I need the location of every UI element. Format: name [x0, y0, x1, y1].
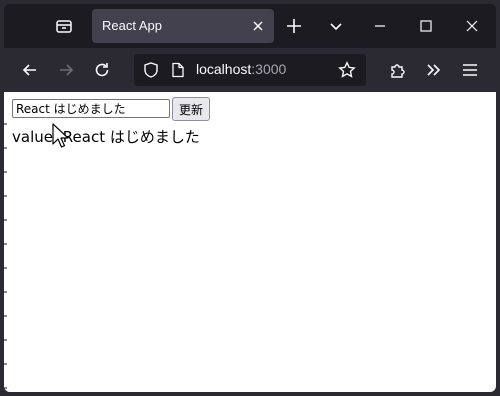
value-display: value: React はじめました — [12, 126, 200, 147]
page-icon[interactable] — [170, 62, 186, 78]
tab-strip: React App — [4, 4, 496, 48]
url-text[interactable]: localhost:3000 — [196, 61, 286, 77]
menu-hamburger-icon[interactable] — [460, 60, 480, 80]
maximize-icon[interactable] — [416, 16, 436, 36]
tab-title: React App — [102, 18, 162, 33]
url-bar[interactable]: localhost:3000 — [134, 54, 366, 86]
new-tab-plus-icon[interactable] — [284, 16, 304, 36]
page-content: 更新 value: React はじめました — [4, 92, 496, 392]
bookmark-star-icon[interactable] — [338, 61, 356, 79]
tab-react-app[interactable]: React App — [92, 9, 274, 43]
reload-icon[interactable] — [92, 60, 112, 80]
shield-icon[interactable] — [142, 61, 160, 79]
page-edge-ticks — [4, 123, 7, 389]
url-port: :3000 — [251, 61, 287, 77]
update-button[interactable]: 更新 — [172, 97, 210, 121]
value-text: React はじめました — [62, 128, 200, 146]
close-tab-icon[interactable] — [250, 18, 266, 34]
url-host: localhost — [196, 61, 252, 77]
forward-arrow-right-icon[interactable] — [56, 60, 76, 80]
browser-window: React App localhost:3000 React はじめました 更新… — [4, 4, 496, 392]
tab-list-icon[interactable] — [52, 14, 76, 38]
back-arrow-left-icon[interactable] — [20, 60, 40, 80]
overflow-double-chevron-icon[interactable] — [424, 60, 444, 80]
close-window-icon[interactable] — [462, 16, 482, 36]
minimize-icon[interactable] — [370, 16, 390, 36]
text-input[interactable] — [12, 99, 170, 118]
navigation-toolbar: localhost:3000 — [4, 48, 496, 92]
list-all-tabs-chevron-down-icon[interactable] — [326, 16, 346, 36]
extensions-puzzle-icon[interactable] — [388, 60, 408, 80]
mouse-cursor-icon — [52, 123, 69, 148]
